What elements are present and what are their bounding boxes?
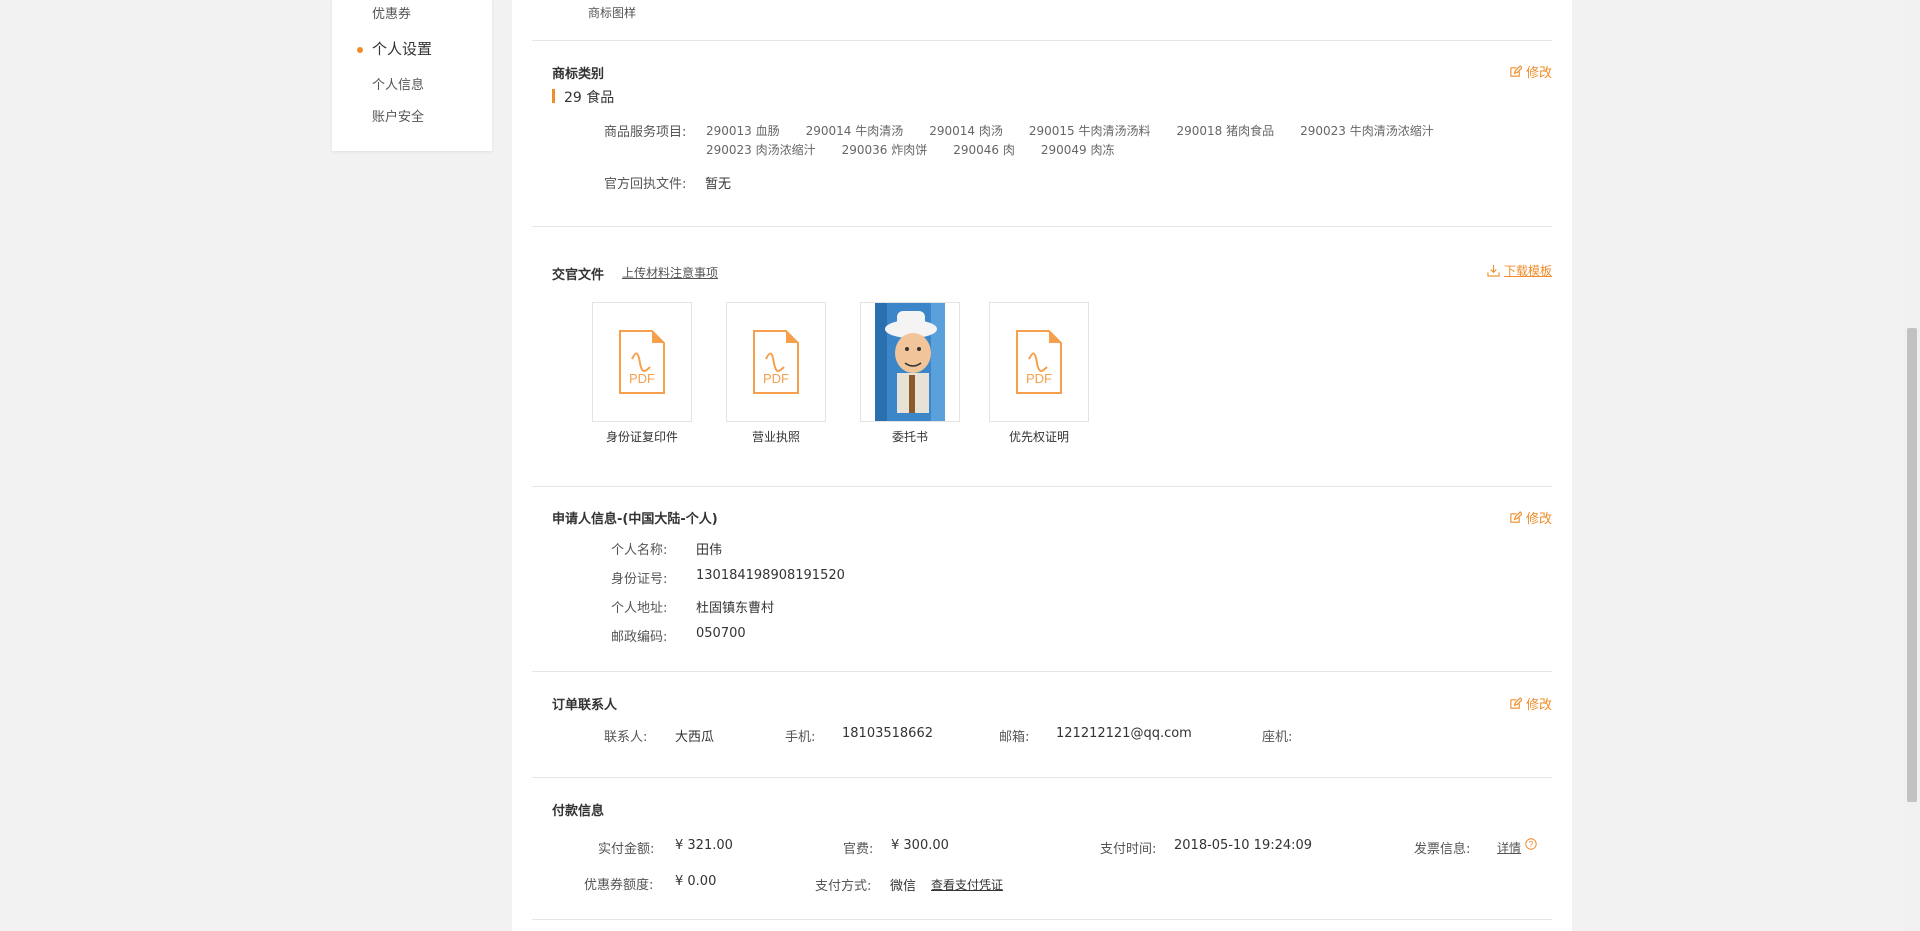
file-caption: 优先权证明	[1008, 430, 1069, 444]
pay-voucher-link[interactable]: 查看支付凭证	[931, 876, 1003, 893]
help-icon[interactable]: ?	[1525, 838, 1537, 854]
category-class: 29 食品	[564, 90, 615, 106]
services-label: 商品服务项目:	[604, 125, 687, 140]
applicant-section-title: 申请人信息-(中国大陆-个人)	[552, 512, 718, 527]
contact-landline-label: 座机:	[1262, 730, 1293, 745]
trademark-image-caption: 商标图样	[588, 6, 637, 20]
sidebar-item-coupons[interactable]: 优惠券	[372, 3, 411, 22]
docs-section-title: 交官文件	[552, 268, 605, 283]
file-thumb-priority[interactable]: PDF	[989, 302, 1089, 422]
file-caption: 营业执照	[751, 430, 800, 444]
contact-email: 121212121@qq.com	[1056, 726, 1192, 741]
applicant-id-label: 身份证号:	[611, 572, 668, 587]
pdf-icon: PDF	[1016, 330, 1062, 394]
file-caption: 身份证复印件	[605, 430, 678, 444]
file-thumb-license[interactable]: PDF	[726, 302, 826, 422]
service-item: 290046 肉	[953, 143, 1015, 157]
receipt-value: 暂无	[705, 177, 732, 192]
applicant-zip: 050700	[696, 626, 746, 641]
paid-amount: ¥ 321.00	[675, 838, 733, 853]
receipt-label: 官方回执文件:	[604, 177, 687, 192]
contact-person: 大西瓜	[675, 730, 715, 745]
file-thumb-id-copy[interactable]: PDF	[592, 302, 692, 422]
payment-section-title: 付款信息	[552, 804, 605, 819]
divider	[532, 40, 1552, 41]
applicant-address-label: 个人地址:	[611, 601, 668, 616]
applicant-id: 130184198908191520	[696, 568, 845, 583]
active-dot-icon	[357, 47, 363, 53]
category-marker	[552, 89, 555, 103]
edit-label: 修改	[1525, 698, 1552, 713]
divider	[532, 486, 1552, 487]
services-row: 290023 肉汤浓缩汁 290036 炸肉饼 290046 肉 290049 肉冻	[706, 141, 1141, 158]
contact-phone: 18103518662	[842, 726, 933, 741]
contact-phone-label: 手机:	[785, 730, 816, 745]
sidebar-item-security[interactable]: 账户安全	[372, 106, 424, 125]
category-section-title: 商标类别	[552, 67, 605, 82]
authorization-image	[875, 303, 945, 421]
svg-text:PDF: PDF	[1026, 371, 1052, 386]
service-item: 290023 牛肉清汤浓缩汁	[1300, 124, 1434, 138]
file-thumb-authorization[interactable]	[860, 302, 960, 422]
edit-label: 修改	[1525, 66, 1552, 81]
pdf-icon: PDF	[619, 330, 665, 394]
pay-method: 微信	[890, 879, 917, 894]
edit-label: 修改	[1525, 512, 1552, 527]
edit-icon	[1510, 511, 1522, 523]
contact-person-label: 联系人:	[604, 730, 648, 745]
svg-text:?: ?	[1529, 840, 1534, 849]
official-fee-label: 官费:	[843, 842, 874, 857]
applicant-name: 田伟	[696, 543, 723, 558]
svg-text:PDF: PDF	[763, 371, 789, 386]
sidebar-item-profile[interactable]: 个人信息	[372, 74, 424, 93]
pay-time: 2018-05-10 19:24:09	[1174, 838, 1313, 853]
applicant-zip-label: 邮政编码:	[611, 630, 668, 645]
invoice-label: 发票信息:	[1414, 842, 1471, 857]
divider	[532, 919, 1552, 920]
sidebar-nav: 优惠券 个人设置 个人信息 账户安全	[332, 0, 492, 151]
service-item: 290015 牛肉清汤汤料	[1028, 124, 1151, 138]
service-item: 290036 炸肉饼	[841, 143, 928, 157]
file-caption: 委托书	[891, 430, 928, 444]
divider	[532, 777, 1552, 778]
service-item: 290014 牛肉清汤	[805, 124, 904, 138]
upload-notice-link[interactable]: 上传材料注意事项	[622, 264, 718, 281]
divider	[532, 671, 1552, 672]
official-fee: ¥ 300.00	[891, 838, 949, 853]
download-icon	[1487, 264, 1500, 277]
coupon-label: 优惠券额度:	[584, 878, 654, 893]
category-edit-button[interactable]: 修改	[1509, 62, 1552, 81]
contact-section-title: 订单联系人	[552, 698, 618, 713]
applicant-edit-button[interactable]: 修改	[1509, 508, 1552, 527]
invoice-detail-link[interactable]: 详情	[1497, 839, 1521, 856]
divider	[532, 226, 1552, 227]
order-detail-panel: 商标图样 商标类别 修改 29 食品 商品服务项目: 290013 血肠 2900…	[512, 0, 1572, 931]
applicant-address: 杜固镇东曹村	[696, 601, 775, 616]
service-item: 290049 肉冻	[1040, 143, 1115, 157]
download-label: 下载模板	[1503, 264, 1552, 278]
download-template-link[interactable]: 下载模板	[1487, 262, 1552, 279]
contact-edit-button[interactable]: 修改	[1509, 694, 1552, 713]
svg-text:PDF: PDF	[629, 371, 655, 386]
service-item: 290014 肉汤	[929, 124, 1003, 138]
pay-time-label: 支付时间:	[1100, 842, 1157, 857]
service-item: 290013 血肠	[706, 124, 780, 138]
pdf-icon: PDF	[753, 330, 799, 394]
sidebar-section-settings[interactable]: 个人设置	[372, 38, 432, 59]
contact-email-label: 邮箱:	[999, 730, 1030, 745]
paid-amount-label: 实付金额:	[598, 842, 655, 857]
page-scrollbar-thumb[interactable]	[1907, 328, 1917, 802]
applicant-name-label: 个人名称:	[611, 543, 668, 558]
coupon-amount: ¥ 0.00	[675, 874, 717, 889]
edit-icon	[1510, 65, 1522, 77]
pay-method-label: 支付方式:	[815, 879, 872, 894]
service-item: 290023 肉汤浓缩汁	[706, 143, 816, 157]
service-item: 290018 猪肉食品	[1176, 124, 1275, 138]
services-row: 290013 血肠 290014 牛肉清汤 290014 肉汤 290015 牛肉清汤…	[706, 122, 1460, 139]
edit-icon	[1510, 697, 1522, 709]
